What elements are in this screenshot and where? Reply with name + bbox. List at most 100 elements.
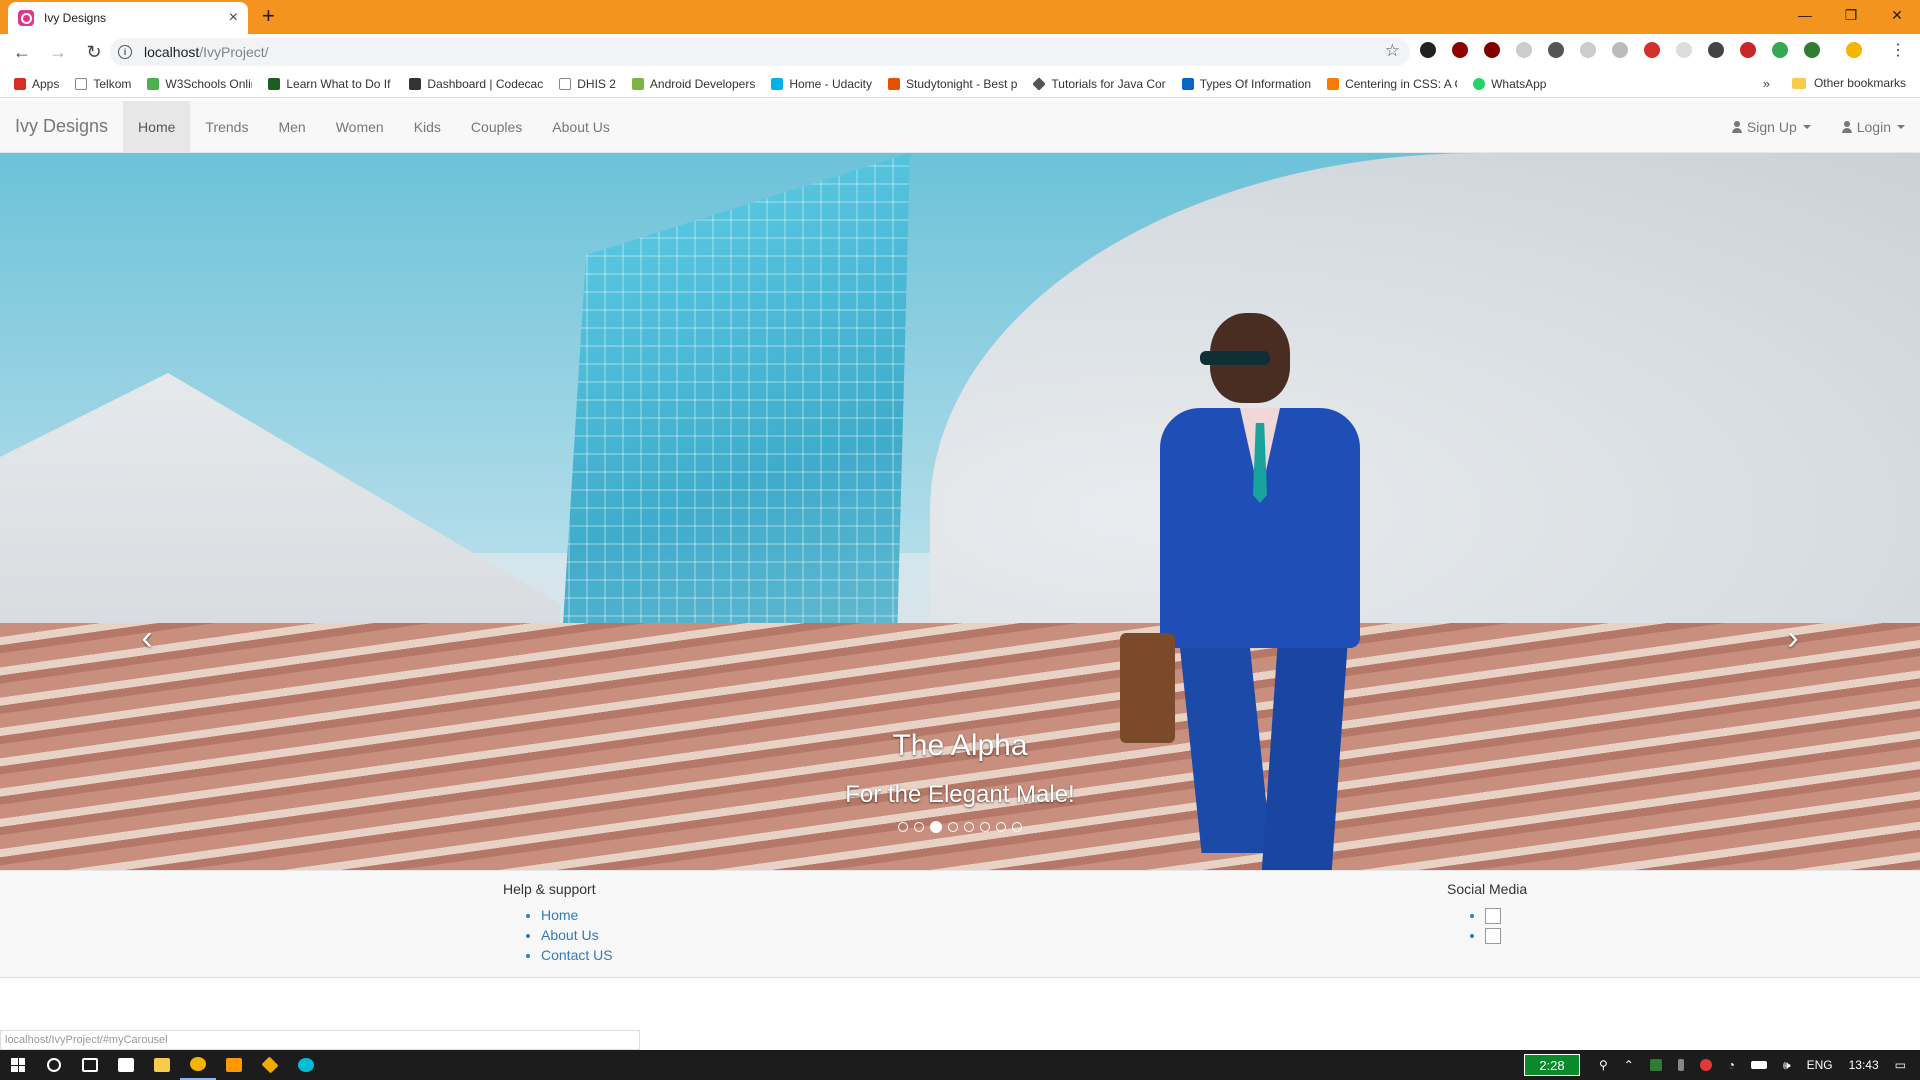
bookmark-item[interactable]: W3Schools Online W — [147, 77, 252, 91]
more-bookmarks-chevron-icon[interactable]: » — [1763, 76, 1770, 91]
nav-couples[interactable]: Couples — [456, 101, 537, 153]
bookmark-item[interactable]: DHIS 2 — [559, 77, 616, 91]
bookmark-item[interactable]: Home - Udacity — [771, 77, 872, 91]
extension-icon[interactable] — [1452, 42, 1468, 58]
close-tab-icon[interactable]: × — [229, 10, 238, 26]
clock[interactable]: 13:43 — [1849, 1058, 1879, 1072]
battery-icon[interactable] — [1751, 1061, 1768, 1069]
browser-tab[interactable]: Ivy Designs × — [8, 2, 248, 34]
taskbar-app[interactable] — [288, 1050, 324, 1080]
carousel-indicator-dot[interactable] — [898, 822, 908, 832]
site-info-icon[interactable]: i — [118, 45, 132, 59]
caret-down-icon — [1897, 125, 1905, 129]
bookmark-item[interactable]: Tutorials for Java Cor — [1033, 77, 1166, 91]
tab-title: Ivy Designs — [44, 11, 107, 25]
new-tab-icon[interactable]: + — [262, 5, 275, 27]
check-icon[interactable] — [1772, 42, 1788, 58]
task-view-button[interactable] — [72, 1050, 108, 1080]
android-icon — [631, 77, 644, 90]
taskbar-file-explorer[interactable] — [144, 1050, 180, 1080]
taskbar-git[interactable] — [252, 1050, 288, 1080]
carousel-next-chevron-icon[interactable]: › — [1778, 621, 1808, 655]
carousel-prev-chevron-icon[interactable]: ‹ — [132, 621, 162, 655]
carousel-indicator-dot[interactable] — [1012, 822, 1022, 832]
address-bar[interactable]: i localhost/IvyProject/ ☆ — [110, 38, 1410, 66]
taskbar-chrome[interactable] — [180, 1050, 216, 1080]
bookmark-item[interactable]: Apps — [14, 77, 59, 91]
carousel-indicator-dot[interactable] — [914, 822, 924, 832]
reload-icon[interactable]: ↻ — [80, 38, 108, 66]
carousel-indicator-dot[interactable] — [980, 822, 990, 832]
chrome-tray-icon[interactable] — [1699, 1059, 1712, 1071]
start-button[interactable] — [0, 1050, 36, 1080]
broken-image-icon[interactable] — [1485, 908, 1501, 925]
minimize-icon[interactable]: — — [1782, 0, 1828, 30]
carousel-indicator-dot[interactable] — [996, 822, 1006, 832]
sign-up-dropdown[interactable]: Sign Up — [1716, 101, 1826, 153]
social-link[interactable] — [1485, 905, 1527, 925]
people-icon[interactable]: ⚲ — [1599, 1058, 1608, 1072]
extension-icon[interactable] — [1612, 42, 1628, 58]
footer-link-home[interactable]: Home — [541, 905, 613, 925]
nav-women[interactable]: Women — [321, 101, 399, 153]
bookmark-item[interactable]: WhatsApp — [1473, 77, 1546, 91]
volume-icon[interactable]: 🕪 — [1783, 1058, 1791, 1073]
extension-icon[interactable] — [1740, 42, 1756, 58]
timer-widget[interactable]: 2:28 — [1524, 1054, 1580, 1076]
nav-trends[interactable]: Trends — [190, 101, 263, 153]
bookmark-label: Studytonight - Best p — [906, 76, 1018, 91]
taskbar-store[interactable] — [108, 1050, 144, 1080]
restore-icon[interactable]: ❐ — [1828, 0, 1874, 30]
back-icon[interactable]: ← — [8, 38, 36, 66]
language-indicator[interactable]: ENG — [1807, 1058, 1833, 1072]
bookmark-star-icon[interactable]: ☆ — [1385, 41, 1400, 61]
nav-home[interactable]: Home — [123, 100, 191, 153]
extension-icon[interactable] — [1548, 42, 1564, 58]
extension-icon[interactable] — [1804, 42, 1820, 58]
other-bookmarks[interactable]: Other bookmarks — [1791, 76, 1906, 90]
extension-icon[interactable] — [1580, 42, 1596, 58]
extension-icon[interactable] — [1708, 42, 1724, 58]
ublock-icon[interactable] — [1484, 42, 1500, 58]
site-brand[interactable]: Ivy Designs — [0, 116, 123, 137]
bookmark-item[interactable]: Centering in CSS: A C — [1327, 77, 1457, 91]
bookmark-item[interactable]: Learn What to Do If Y — [268, 77, 393, 91]
windows-taskbar: 2:28 ⚲ ⌃ ◔ 🕪 ENG 13:43 ▭ — [0, 1050, 1920, 1080]
tray-chevron-up-icon[interactable]: ⌃ — [1624, 1058, 1634, 1072]
cortana-button[interactable] — [36, 1050, 72, 1080]
wifi-icon[interactable]: ◔ — [1728, 1058, 1735, 1072]
notifications-icon[interactable]: ▭ — [1895, 1058, 1906, 1072]
user-icon — [1841, 121, 1853, 133]
profile-avatar-icon[interactable] — [1846, 42, 1862, 58]
bookmark-item[interactable]: Types Of Information — [1181, 77, 1311, 91]
carousel-indicator-dot[interactable] — [930, 821, 942, 833]
bookmark-item[interactable]: Android Developers — [631, 77, 755, 91]
extension-icon[interactable] — [1676, 42, 1692, 58]
task-view-icon — [82, 1058, 98, 1072]
footer-link-contact-us[interactable]: Contact US — [541, 945, 613, 965]
close-window-icon[interactable]: ✕ — [1874, 0, 1920, 30]
browser-menu-icon[interactable]: ⋮ — [1890, 40, 1906, 60]
bookmark-item[interactable]: Telkom — [75, 77, 131, 91]
footer-link-about-us[interactable]: About Us — [541, 925, 613, 945]
sublime-icon — [226, 1058, 242, 1072]
usb-icon[interactable] — [1677, 1059, 1684, 1071]
extension-icon[interactable] — [1516, 42, 1532, 58]
extension-icon[interactable] — [1420, 42, 1436, 58]
udacity-icon — [771, 77, 784, 90]
nav-kids[interactable]: Kids — [399, 101, 456, 153]
shield-icon[interactable] — [1644, 42, 1660, 58]
tray-app-icon[interactable] — [1649, 1059, 1662, 1071]
forward-icon[interactable]: → — [44, 38, 72, 66]
site-footer: Help & support Home About Us Contact US … — [0, 870, 1920, 978]
taskbar-sublime[interactable] — [216, 1050, 252, 1080]
login-dropdown[interactable]: Login — [1826, 101, 1920, 153]
nav-men[interactable]: Men — [263, 101, 320, 153]
bookmark-item[interactable]: Dashboard | Codecac — [409, 77, 543, 91]
carousel-indicator-dot[interactable] — [964, 822, 974, 832]
bookmark-item[interactable]: Studytonight - Best p — [888, 77, 1017, 91]
carousel-indicator-dot[interactable] — [948, 822, 958, 832]
nav-about-us[interactable]: About Us — [537, 101, 625, 153]
social-link[interactable] — [1485, 925, 1527, 945]
broken-image-icon[interactable] — [1485, 928, 1501, 945]
